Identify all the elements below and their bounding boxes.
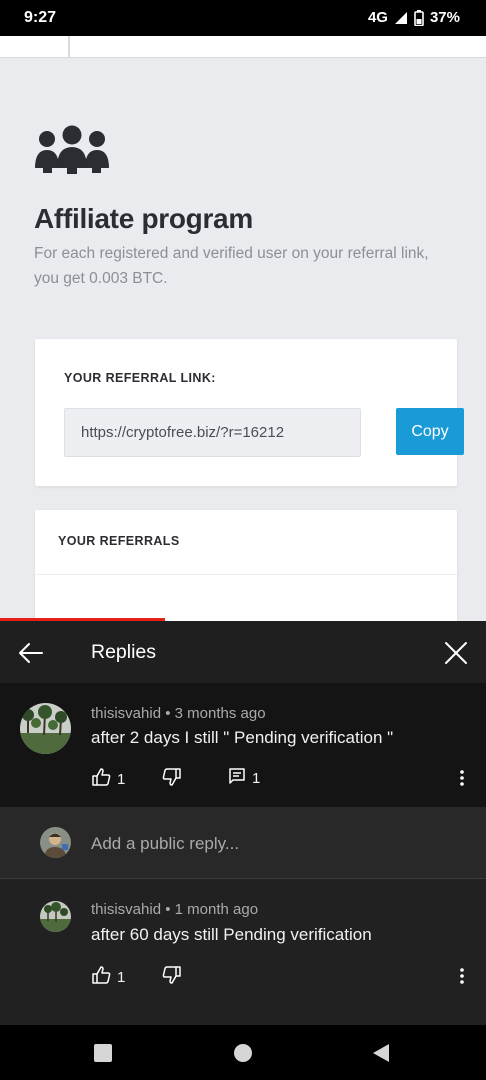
comment-time: 3 months ago bbox=[174, 705, 266, 722]
affiliate-title: Affiliate program bbox=[34, 203, 253, 234]
referrals-divider bbox=[35, 574, 457, 575]
thumb-down-icon bbox=[162, 767, 182, 791]
reply-text: after 60 days still Pending verification bbox=[91, 925, 372, 944]
meta-separator: • bbox=[165, 901, 171, 918]
signal-icon bbox=[394, 11, 408, 25]
meta-separator: • bbox=[165, 705, 171, 722]
square-icon[interactable] bbox=[78, 1025, 128, 1080]
avatar bbox=[40, 827, 71, 858]
battery-percent: 37% bbox=[429, 9, 460, 26]
add-reply-input[interactable]: Add a public reply... bbox=[91, 834, 239, 854]
like-count: 1 bbox=[117, 770, 126, 788]
replies-title: Replies bbox=[91, 641, 157, 663]
header-divider bbox=[68, 36, 70, 58]
like-button[interactable]: 1 bbox=[91, 965, 125, 989]
reply-count-button[interactable]: 1 bbox=[228, 767, 260, 789]
parent-comment: thisisvahid • 3 months ago after 2 days … bbox=[0, 683, 486, 807]
reply-count: 1 bbox=[252, 769, 261, 787]
dislike-button[interactable] bbox=[162, 767, 182, 791]
back-arrow-icon[interactable] bbox=[16, 638, 46, 668]
avatar[interactable] bbox=[20, 703, 71, 754]
referrals-title: YOUR REFERRALS bbox=[58, 534, 180, 548]
triangle-icon[interactable] bbox=[356, 1025, 406, 1080]
replies-header: Replies bbox=[0, 621, 486, 683]
video-player[interactable]: Affiliate program For each registered an… bbox=[0, 36, 486, 621]
comment-text: after 2 days I still " Pending verificat… bbox=[91, 728, 394, 747]
status-indicators: 4G 37% bbox=[368, 9, 460, 26]
more-vert-icon[interactable] bbox=[450, 766, 474, 790]
copy-button: Copy bbox=[396, 408, 464, 455]
affiliate-description: For each registered and verified user on… bbox=[34, 245, 429, 287]
thumb-down-icon bbox=[162, 965, 182, 989]
reply-meta: thisisvahid • 1 month ago bbox=[91, 901, 258, 918]
thumb-up-icon bbox=[91, 767, 111, 791]
comment-meta: thisisvahid • 3 months ago bbox=[91, 705, 266, 722]
status-bar: 9:27 4G 37% bbox=[0, 0, 486, 36]
system-nav-bar bbox=[0, 1025, 486, 1080]
reply-author[interactable]: thisisvahid bbox=[91, 901, 161, 918]
status-time: 9:27 bbox=[24, 9, 57, 26]
comment-author[interactable]: thisisvahid bbox=[91, 705, 161, 722]
video-site-header bbox=[0, 36, 486, 58]
people-icon bbox=[34, 124, 110, 181]
referral-link-field: https://cryptofree.biz/?r=16212 bbox=[64, 408, 361, 457]
more-vert-icon[interactable] bbox=[450, 964, 474, 988]
circle-icon[interactable] bbox=[218, 1025, 268, 1080]
reply-comment: thisisvahid • 1 month ago after 60 days … bbox=[0, 879, 486, 1025]
thumb-up-icon bbox=[91, 965, 111, 989]
dislike-button[interactable] bbox=[162, 965, 182, 989]
network-label: 4G bbox=[367, 9, 388, 26]
like-button[interactable]: 1 bbox=[91, 767, 125, 791]
referral-link-label: YOUR REFERRAL LINK: bbox=[64, 371, 216, 385]
referrals-card: YOUR REFERRALS bbox=[35, 510, 457, 621]
referral-link-card: YOUR REFERRAL LINK: https://cryptofree.b… bbox=[35, 339, 464, 486]
battery-icon bbox=[414, 9, 424, 26]
close-icon[interactable] bbox=[441, 638, 471, 668]
replies-panel: Replies thisisvahid • 3 months ago after… bbox=[0, 621, 486, 1025]
add-reply-row[interactable]: Add a public reply... bbox=[0, 807, 486, 879]
reply-time: 1 month ago bbox=[174, 901, 259, 918]
avatar[interactable] bbox=[40, 901, 71, 932]
comment-icon bbox=[228, 767, 246, 789]
like-count: 1 bbox=[117, 968, 126, 986]
